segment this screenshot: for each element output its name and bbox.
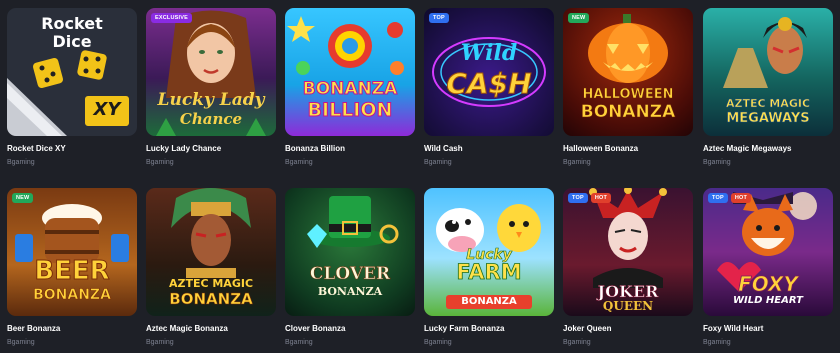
game-title[interactable]: Halloween Bonanza [563,144,638,153]
badge-group: EXCLUSIVE [151,13,192,23]
art-line: BONANZA [302,79,398,99]
top-badge: TOP [429,13,449,23]
game-card-rocket-dice-xy[interactable]: Rocket Dice XY Rocket Dice XY Bgaming [7,8,137,166]
game-thumbnail[interactable]: Wild CA$H [424,8,554,136]
game-provider: Bgaming [7,159,35,166]
game-card-clover-bonanza[interactable]: CLOVER BONANZA Clover Bonanza Bgaming [285,188,415,346]
game-thumbnail[interactable]: Lucky FARM BONANZA [424,188,554,316]
art-line: QUEEN [602,299,654,313]
game-grid: Rocket Dice XY Rocket Dice XY Bgaming Lu… [0,0,840,353]
top-badge: TOP [568,193,588,203]
badge-group: TOP HOT [568,193,612,203]
badge-group: NEW [568,13,590,23]
art-line: Dice [52,32,92,51]
art-line: CA$H [446,67,532,100]
art-line: Chance [179,110,243,128]
art-line: BONANZA [446,295,532,309]
game-thumbnail[interactable]: Rocket Dice XY [7,8,137,136]
game-thumbnail[interactable]: CLOVER BONANZA [285,188,415,316]
top-badge: TOP [708,193,728,203]
art-line: JOKER [597,282,659,301]
art-line: BONANZA [580,102,676,122]
game-title[interactable]: Lucky Lady Chance [146,144,221,153]
game-provider: Bgaming [563,339,591,346]
art-line: AZTEC MAGIC [725,97,811,110]
exclusive-badge: EXCLUSIVE [151,13,192,23]
game-card-wild-cash[interactable]: Wild CA$H TOP Wild Cash Bgaming [424,8,554,166]
art-line: Lucky Lady [157,90,265,110]
game-card-halloween-bonanza[interactable]: HALLOWEEN BONANZA NEW Halloween Bonanza … [563,8,693,166]
art-line: FOXY [738,272,799,296]
art-line: BONANZA [317,285,383,298]
art-line: XY [93,99,121,120]
game-provider: Bgaming [424,339,452,346]
art-line: HALLOWEEN [582,87,674,102]
game-thumbnail[interactable]: FOXY WILD HEART [703,188,833,316]
game-title[interactable]: Aztec Magic Bonanza [146,324,228,333]
art-line: BONANZA [169,290,253,308]
game-thumbnail[interactable]: AZTEC MAGIC BONANZA [146,188,276,316]
art-line: FARM [456,260,522,284]
game-title[interactable]: Bonanza Billion [285,144,345,153]
game-title[interactable]: Lucky Farm Bonanza [424,324,504,333]
art-line: BONANZA [33,287,111,303]
art-line: WILD HEART [733,295,803,306]
art-line: CLOVER [309,264,391,284]
game-title[interactable]: Wild Cash [424,144,463,153]
new-badge: NEW [12,193,34,203]
game-provider: Bgaming [563,159,591,166]
game-thumbnail[interactable]: Lucky Lady Chance [146,8,276,136]
game-provider: Bgaming [146,339,174,346]
new-badge: NEW [568,13,590,23]
art-line: Wild [460,40,518,66]
game-thumbnail[interactable]: BEER BONANZA [7,188,137,316]
game-card-joker-queen[interactable]: JOKER QUEEN TOP HOT Joker Queen Bgaming [563,188,693,346]
game-thumbnail[interactable]: BONANZA BILLION [285,8,415,136]
game-title[interactable]: Aztec Magic Megaways [703,144,791,153]
game-thumbnail[interactable]: HALLOWEEN BONANZA [563,8,693,136]
art-line: MEGAWAYS [726,111,810,126]
game-card-foxy-wild-heart[interactable]: FOXY WILD HEART TOP HOT Foxy Wild Heart … [703,188,833,346]
game-title[interactable]: Foxy Wild Heart [703,324,763,333]
game-title[interactable]: Rocket Dice XY [7,144,66,153]
game-provider: Bgaming [285,159,313,166]
game-thumbnail[interactable]: AZTEC MAGIC MEGAWAYS [703,8,833,136]
badge-group: TOP HOT [708,193,752,203]
game-provider: Bgaming [285,339,313,346]
game-card-bonanza-billion[interactable]: BONANZA BILLION Bonanza Billion Bgaming [285,8,415,166]
art-line: BILLION [307,99,393,121]
game-card-aztec-magic-megaways[interactable]: AZTEC MAGIC MEGAWAYS Aztec Magic Megaway… [703,8,833,166]
game-card-aztec-magic-bonanza[interactable]: AZTEC MAGIC BONANZA Aztec Magic Bonanza … [146,188,276,346]
game-card-lucky-farm-bonanza[interactable]: Lucky FARM BONANZA Lucky Farm Bonanza Bg… [424,188,554,346]
game-title[interactable]: Clover Bonanza [285,324,345,333]
game-provider: Bgaming [7,339,35,346]
game-provider: Bgaming [424,159,452,166]
art-line: BEER [34,256,110,286]
game-card-lucky-lady-chance[interactable]: Lucky Lady Chance EXCLUSIVE Lucky Lady C… [146,8,276,166]
game-provider: Bgaming [703,159,731,166]
game-title[interactable]: Joker Queen [563,324,611,333]
game-thumbnail[interactable]: JOKER QUEEN [563,188,693,316]
game-title[interactable]: Beer Bonanza [7,324,60,333]
game-provider: Bgaming [146,159,174,166]
game-card-beer-bonanza[interactable]: BEER BONANZA NEW Beer Bonanza Bgaming [7,188,137,346]
game-provider: Bgaming [703,339,731,346]
badge-group: TOP [429,13,449,23]
hot-badge: HOT [730,193,752,203]
hot-badge: HOT [590,193,612,203]
badge-group: NEW [12,193,34,203]
art-line: Rocket [41,14,103,33]
art-line: AZTEC MAGIC [168,277,254,290]
